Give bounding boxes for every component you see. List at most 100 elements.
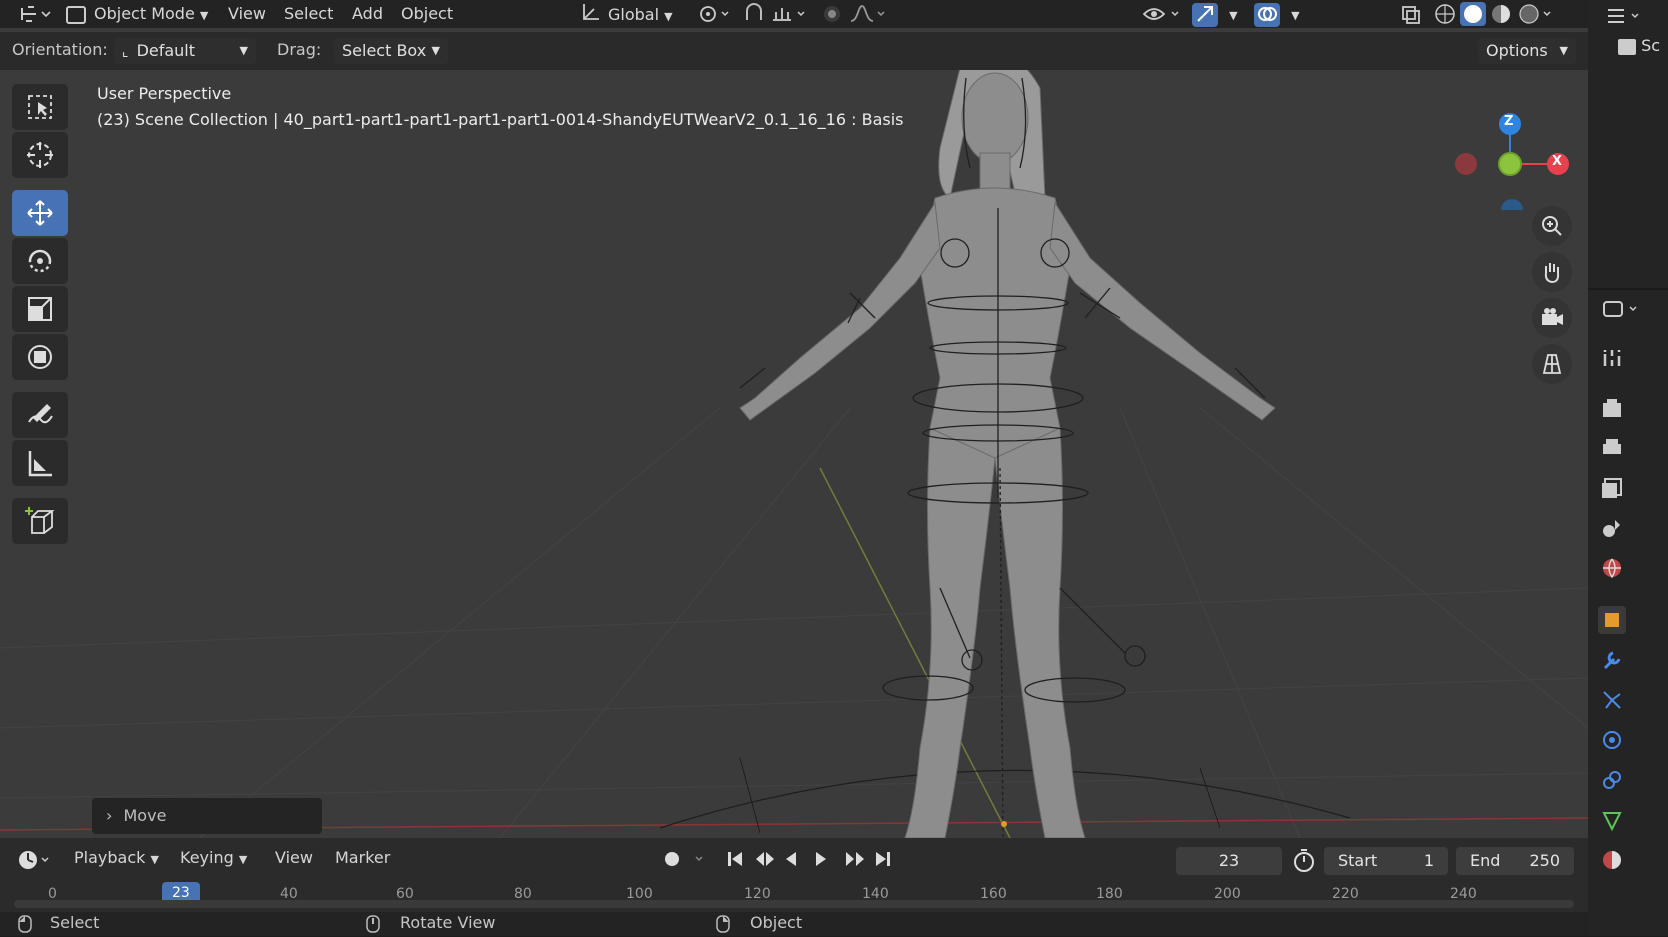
add-cube-tool[interactable] — [12, 498, 68, 544]
pivot-point-dropdown[interactable] — [696, 2, 732, 26]
constraint-properties-tab[interactable] — [1598, 766, 1626, 794]
scale-tool[interactable] — [12, 286, 68, 332]
status-select-hint: Select — [50, 913, 100, 932]
drag-dropdown[interactable]: Select Box ▼ — [334, 38, 448, 64]
outliner-scene-row[interactable]: Sc — [1618, 36, 1668, 60]
playback-controls[interactable] — [724, 846, 896, 872]
timeline-scrollbar[interactable] — [14, 900, 1574, 908]
perspective-toggle-button[interactable] — [1532, 344, 1572, 384]
options-dropdown[interactable]: Options ▼ — [1478, 38, 1576, 64]
particles-icon — [1603, 691, 1621, 709]
view-layer-properties-tab[interactable] — [1598, 474, 1626, 502]
gizmo-toggle[interactable]: ▼ — [1192, 2, 1242, 27]
proportional-edit-toggle[interactable] — [820, 2, 844, 26]
world-properties-tab[interactable] — [1598, 554, 1626, 582]
move-tool[interactable] — [12, 190, 68, 236]
scene-collection-icon — [1618, 38, 1636, 55]
material-properties-tab[interactable] — [1598, 846, 1626, 874]
visibility-dropdown[interactable] — [1142, 2, 1184, 26]
status-object-hint: Object — [750, 913, 803, 932]
timeline-menu-playback[interactable]: Playback ▼ — [74, 848, 159, 867]
material-sphere-icon — [1603, 851, 1621, 869]
start-value: 1 — [1423, 851, 1434, 870]
zoom-button[interactable] — [1532, 206, 1572, 246]
pan-button[interactable] — [1532, 252, 1572, 292]
add-cube-icon — [25, 507, 55, 534]
annotate-tool[interactable] — [12, 392, 68, 438]
timeline-editor-type-button[interactable] — [16, 848, 54, 872]
menu-view[interactable]: View — [228, 2, 266, 26]
drag-value: Select Box — [342, 41, 427, 60]
status-bar: Select Rotate View Object — [0, 912, 1588, 936]
play-icon — [816, 852, 826, 866]
jump-end-icon — [876, 852, 886, 866]
particle-properties-tab[interactable] — [1598, 686, 1626, 714]
gizmo-icon — [1192, 2, 1218, 27]
options-label: Options — [1486, 41, 1548, 60]
editor-type-icon — [21, 6, 36, 22]
object-properties-tab[interactable] — [1598, 606, 1626, 634]
measure-tool[interactable] — [12, 440, 68, 486]
frame-ruler[interactable]: 0 23 40 60 80 100 120 140 160 180 200 22… — [0, 882, 1588, 912]
printer-icon — [1603, 439, 1621, 454]
auto-keying-toggle[interactable] — [660, 846, 710, 872]
modifier-properties-tab[interactable] — [1598, 646, 1626, 674]
falloff-dropdown[interactable] — [848, 2, 888, 26]
transform-tool[interactable] — [12, 334, 68, 380]
shading-modes[interactable] — [1432, 2, 1560, 26]
rotate-icon — [28, 249, 52, 273]
scene-canvas[interactable] — [0, 28, 1588, 838]
current-frame-field[interactable]: 23 — [1176, 847, 1282, 875]
xray-toggle[interactable] — [1398, 2, 1424, 26]
constraint-icon — [1603, 771, 1621, 789]
scene-properties-tab[interactable] — [1598, 514, 1626, 542]
navigation-gizmo[interactable]: Z X — [1440, 80, 1580, 221]
zoom-icon — [1542, 216, 1562, 236]
menu-object[interactable]: Object — [401, 2, 453, 26]
transform-orientation-dropdown[interactable]: Global ▼ — [580, 2, 684, 26]
rotate-tool[interactable] — [12, 238, 68, 284]
transform-icon — [28, 345, 52, 369]
end-frame-field[interactable]: End 250 — [1456, 847, 1574, 875]
3d-viewport[interactable]: User Perspective (23) Scene Collection |… — [0, 28, 1588, 838]
outliner-editor-type-button[interactable] — [1602, 4, 1658, 28]
timeline-menu-view[interactable]: View — [275, 848, 313, 867]
physics-properties-tab[interactable] — [1598, 726, 1626, 754]
tool-properties-tab[interactable] — [1598, 344, 1626, 372]
output-properties-tab[interactable] — [1598, 434, 1626, 462]
mesh-data-icon — [1602, 812, 1622, 832]
cursor-tool[interactable] — [12, 132, 68, 178]
keying-label: Keying — [180, 848, 234, 867]
properties-strip: Sc — [1588, 0, 1668, 936]
z-axis-label: Z — [1504, 114, 1514, 129]
perspective-grid-icon — [1542, 354, 1562, 374]
menu-select[interactable]: Select — [284, 2, 333, 26]
data-properties-tab[interactable] — [1598, 806, 1626, 834]
record-icon — [665, 852, 679, 866]
overlays-toggle[interactable]: ▼ — [1254, 2, 1304, 27]
preview-range-toggle[interactable] — [1290, 847, 1318, 875]
editor-type-button[interactable] — [18, 2, 52, 26]
snap-toggle[interactable] — [742, 2, 766, 26]
end-label: End — [1470, 851, 1501, 870]
orientation-label: Orientation: — [12, 40, 108, 59]
snap-target-dropdown[interactable] — [770, 2, 808, 26]
timeline-menu-marker[interactable]: Marker — [335, 848, 390, 867]
last-operator-panel[interactable]: › Move — [92, 798, 322, 834]
wrench-icon — [1603, 651, 1621, 670]
jump-start-icon — [728, 852, 731, 866]
menu-add[interactable]: Add — [352, 2, 383, 26]
world-globe-icon — [1603, 558, 1621, 579]
mode-dropdown[interactable]: Object Mode ▼ — [66, 2, 210, 26]
chevron-right-icon: › — [106, 806, 113, 825]
object-mode-icon — [66, 5, 86, 24]
properties-editor-type-button[interactable] — [1600, 296, 1650, 322]
start-frame-field[interactable]: Start 1 — [1324, 847, 1448, 875]
timeline-menu-keying[interactable]: Keying ▼ — [180, 848, 247, 867]
render-properties-tab[interactable] — [1598, 394, 1626, 422]
orientation-label: Global — [608, 5, 660, 24]
select-box-tool[interactable] — [12, 84, 68, 130]
outliner-scene-label: Sc — [1641, 36, 1661, 55]
orientation-dropdown[interactable]: ⌞ Default ▼ — [114, 38, 256, 64]
camera-view-button[interactable] — [1532, 298, 1572, 338]
